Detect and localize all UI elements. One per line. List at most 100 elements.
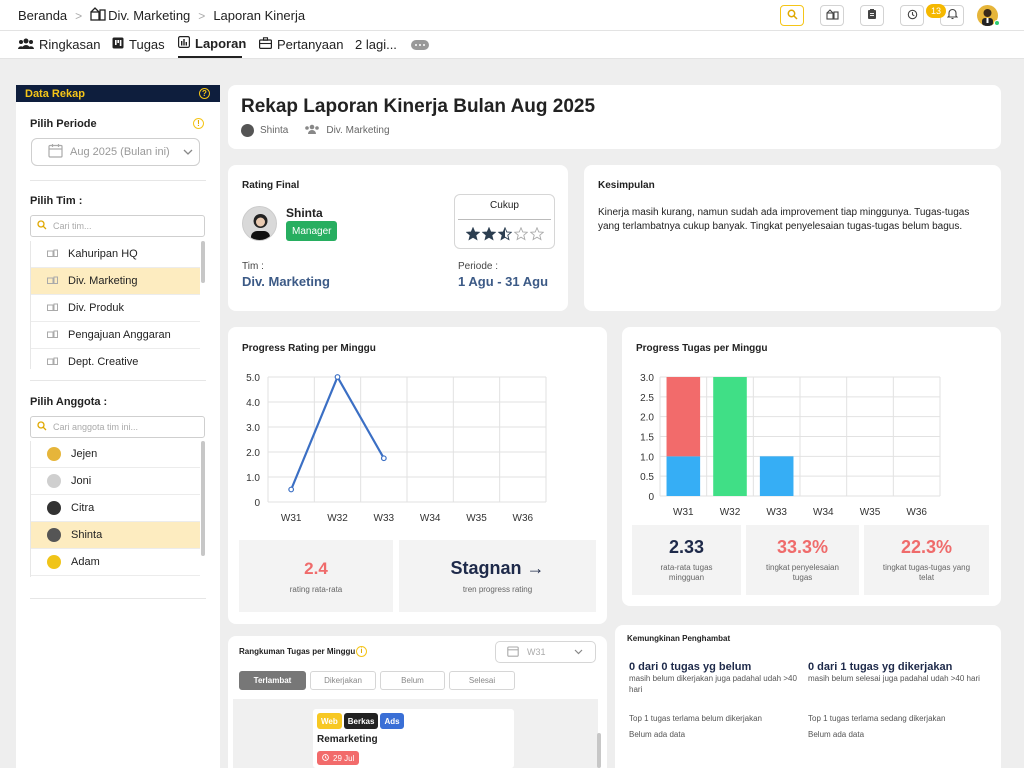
breadcrumb-team[interactable]: Div. Marketing — [108, 8, 190, 23]
member-search-input[interactable]: Cari anggota tim ini... — [30, 416, 205, 438]
team-item[interactable]: Kahuripan HQ — [31, 241, 200, 268]
team-item[interactable]: Pengajuan Anggaran — [31, 322, 200, 349]
y-tick-label: 2.0 — [640, 413, 654, 424]
blockers-card — [615, 625, 1001, 768]
x-tick-label: W36 — [513, 513, 534, 524]
member-name: Adam — [71, 556, 100, 568]
y-tick-label: 3.0 — [640, 373, 654, 384]
info-icon[interactable]: i — [356, 646, 367, 657]
period-select[interactable]: Aug 2025 (Bulan ini) — [31, 138, 200, 166]
tag-berkas: Berkas — [343, 713, 379, 729]
member-item[interactable]: Jejen — [31, 441, 200, 468]
y-tick-label: 2.0 — [246, 448, 260, 459]
member-avatar — [47, 474, 61, 488]
y-tick-label: 0 — [254, 498, 260, 509]
search-button[interactable] — [780, 5, 804, 26]
member-label: Pilih Anggota : — [30, 396, 108, 408]
task-list-scrollbar[interactable] — [597, 733, 601, 768]
blocker-top: Top 1 tugas terlama belum dikerjakan — [629, 714, 762, 723]
tab-label: Pertanyaan — [277, 37, 344, 52]
member-item[interactable]: Joni — [31, 468, 200, 495]
chevron-down-icon — [183, 146, 193, 158]
breadcrumb-home[interactable]: Beranda — [18, 8, 67, 23]
team-list: Kahuripan HQ Div. Marketing Div. Produk … — [30, 241, 200, 369]
week-select[interactable]: W31 — [495, 641, 596, 663]
users-icon — [18, 37, 34, 52]
report-person: Shinta — [260, 125, 289, 136]
x-tick-label: W35 — [860, 507, 881, 518]
rating-chart-title: Progress Rating per Minggu — [242, 343, 376, 354]
y-tick-label: 0.5 — [640, 472, 654, 483]
y-tick-label: 2.5 — [640, 393, 654, 404]
blocker-sub: masih belum selesai juga padahal udah >4… — [808, 674, 980, 683]
team-item[interactable]: Div. Produk — [31, 295, 200, 322]
blocker-head: 0 dari 0 tugas yg belum — [629, 661, 752, 673]
building-icon — [47, 275, 58, 287]
divider — [30, 598, 206, 599]
period-field-value: 1 Agu - 31 Agu — [458, 274, 549, 289]
tag-web: Web — [317, 713, 342, 729]
tab-label: Ringkasan — [39, 37, 101, 52]
conclusion-text: Kinerja masih kurang, namun sudah ada im… — [598, 207, 970, 232]
member-item-selected[interactable]: Shinta — [31, 522, 200, 549]
clipboard-button[interactable] — [860, 5, 884, 26]
member-item[interactable]: Citra — [31, 495, 200, 522]
x-tick-label: W34 — [813, 507, 834, 518]
sidebar-title: Data Rekap — [25, 87, 85, 100]
tab-pertanyaan[interactable]: Pertanyaan — [259, 31, 344, 58]
member-item[interactable]: Adam — [31, 549, 200, 576]
history-button[interactable] — [900, 5, 924, 26]
blocker-empty: Belum ada data — [808, 730, 865, 739]
team-item[interactable]: Dept. Creative — [31, 349, 200, 369]
y-tick-label: 1.5 — [640, 433, 654, 444]
tab-label: 2 lagi... — [355, 37, 397, 52]
x-tick-label: W33 — [374, 513, 395, 524]
blockers-title: Kemungkinan Penghambat — [627, 634, 731, 643]
stat-label: tingkat penyelesaian tugas — [766, 562, 839, 582]
help-icon[interactable]: ? — [199, 88, 210, 99]
x-tick-label: W31 — [673, 507, 694, 518]
calendar-icon — [48, 143, 63, 161]
blocker-top: Top 1 tugas terlama sedang dikerjakan — [808, 714, 946, 723]
tab-tugas[interactable]: Tugas — [112, 31, 165, 58]
building-icon — [47, 248, 58, 260]
filter-selesai[interactable]: Selesai — [449, 671, 515, 690]
member-list-scrollbar[interactable] — [201, 441, 205, 556]
member-avatar — [47, 555, 61, 569]
filter-terlambat[interactable]: Terlambat — [239, 671, 306, 690]
more-options-icon[interactable] — [411, 40, 429, 50]
data-point — [288, 486, 295, 493]
chevron-right-icon: > — [75, 8, 83, 23]
user-avatar — [241, 124, 254, 137]
series-line — [290, 374, 385, 490]
divider — [458, 219, 551, 220]
x-tick-label: W35 — [466, 513, 487, 524]
bar — [666, 377, 701, 457]
member-name: Citra — [71, 502, 95, 514]
tab-more[interactable]: 2 lagi... — [355, 31, 397, 58]
breadcrumb-current: Laporan Kinerja — [213, 8, 306, 23]
trend-value: Stagnan → — [450, 558, 545, 578]
team-search-input[interactable]: Cari tim... — [30, 215, 205, 237]
info-icon[interactable]: ! — [193, 118, 204, 129]
filter-dikerjakan[interactable]: Dikerjakan — [310, 671, 376, 690]
star-icon — [466, 227, 480, 241]
stat-label: rata-rata tugas mingguan — [660, 562, 713, 582]
team-list-scrollbar[interactable] — [201, 241, 205, 283]
team-icon — [90, 7, 106, 24]
tab-ringkasan[interactable]: Ringkasan — [18, 31, 100, 58]
filter-belum[interactable]: Belum — [380, 671, 445, 690]
report-team: Div. Marketing — [326, 125, 390, 136]
team-item-selected[interactable]: Div. Marketing — [31, 268, 200, 295]
team-name: Div. Produk — [68, 302, 125, 314]
member-list: Jejen Joni Citra Shinta Adam — [30, 441, 200, 577]
users-icon — [304, 124, 320, 137]
rating-name: Shinta — [286, 206, 323, 220]
report-title: Rekap Laporan Kinerja Bulan Aug 2025 — [241, 96, 596, 117]
divider — [30, 380, 206, 381]
tab-laporan[interactable]: Laporan — [178, 31, 246, 58]
summary-title: Rangkuman Tugas per Minggu — [239, 647, 356, 656]
y-tick-label: 4.0 — [246, 398, 260, 409]
briefcase-icon — [259, 37, 273, 52]
team-button[interactable] — [820, 5, 844, 26]
